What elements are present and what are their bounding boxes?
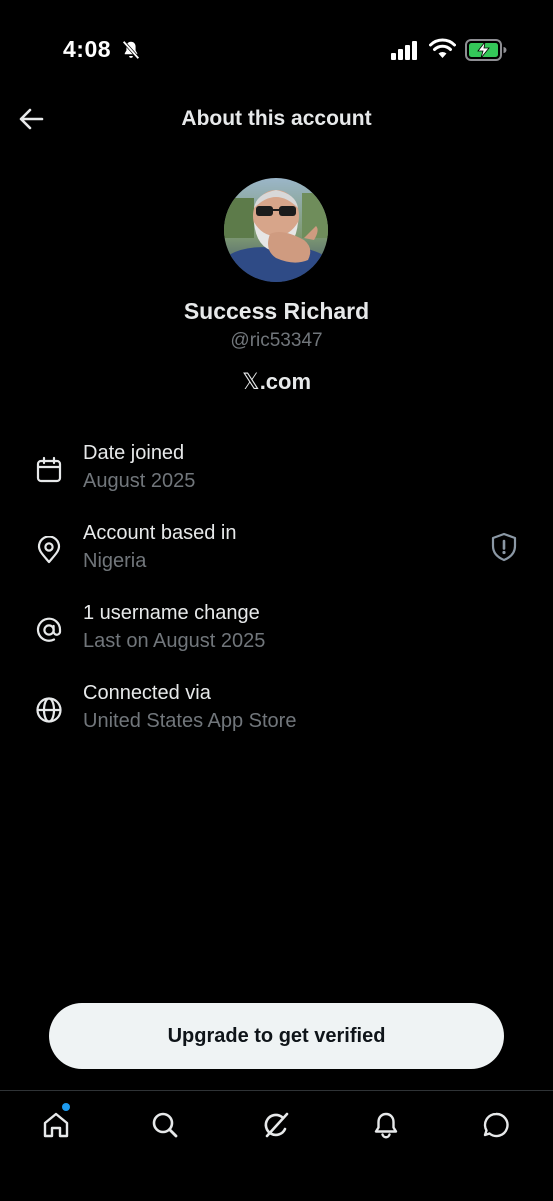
tab-home[interactable] [36,1103,76,1145]
grok-icon [264,1112,289,1138]
battery-charging-icon [465,39,507,61]
upgrade-verified-button[interactable]: Upgrade to get verified [49,1003,504,1069]
detail-row-account-based-in: Account based in Nigeria [0,522,553,582]
detail-value: United States App Store [83,710,297,732]
status-bar: 4:08 [0,0,553,100]
display-name: Success Richard [183,298,370,324]
tab-messages[interactable] [476,1105,516,1145]
header: About this account [0,95,553,143]
notification-dot [62,1103,70,1111]
home-icon [43,1112,69,1138]
shield-alert-icon[interactable] [490,532,518,562]
calendar-icon [36,456,62,483]
site-label: 𝕏.com [0,369,553,395]
globe-icon [36,697,62,723]
detail-title: Date joined [83,442,185,464]
tab-grok[interactable] [256,1105,296,1145]
x-logo-glyph: 𝕏 [241,370,260,395]
user-handle: @ric53347 [230,330,323,351]
at-sign-icon [36,617,62,642]
detail-value: Nigeria [83,550,147,572]
page-title: About this account [181,107,372,130]
tab-notifications[interactable] [366,1105,406,1145]
messages-icon [483,1112,509,1138]
detail-row-date-joined: Date joined August 2025 [0,442,553,502]
wifi-icon [429,38,456,58]
location-pin-icon [37,536,61,564]
site-suffix: .com [259,369,312,394]
detail-title: Account based in [83,522,237,544]
notifications-icon [374,1112,398,1139]
bottom-tab-bar [0,1090,553,1201]
tab-search[interactable] [145,1105,185,1145]
detail-value: Last on August 2025 [83,630,266,652]
detail-value: August 2025 [83,470,196,492]
status-time: 4:08 [63,36,112,62]
avatar[interactable] [224,178,328,282]
signal-icon [391,41,417,60]
detail-row-connected-via: Connected via United States App Store [0,682,553,742]
search-icon [152,1112,178,1138]
detail-title: Connected via [83,682,211,704]
detail-row-username-changes: 1 username change Last on August 2025 [0,602,553,662]
avatar-photo [224,178,328,282]
bell-muted-icon [122,40,140,60]
detail-title: 1 username change [83,602,260,624]
